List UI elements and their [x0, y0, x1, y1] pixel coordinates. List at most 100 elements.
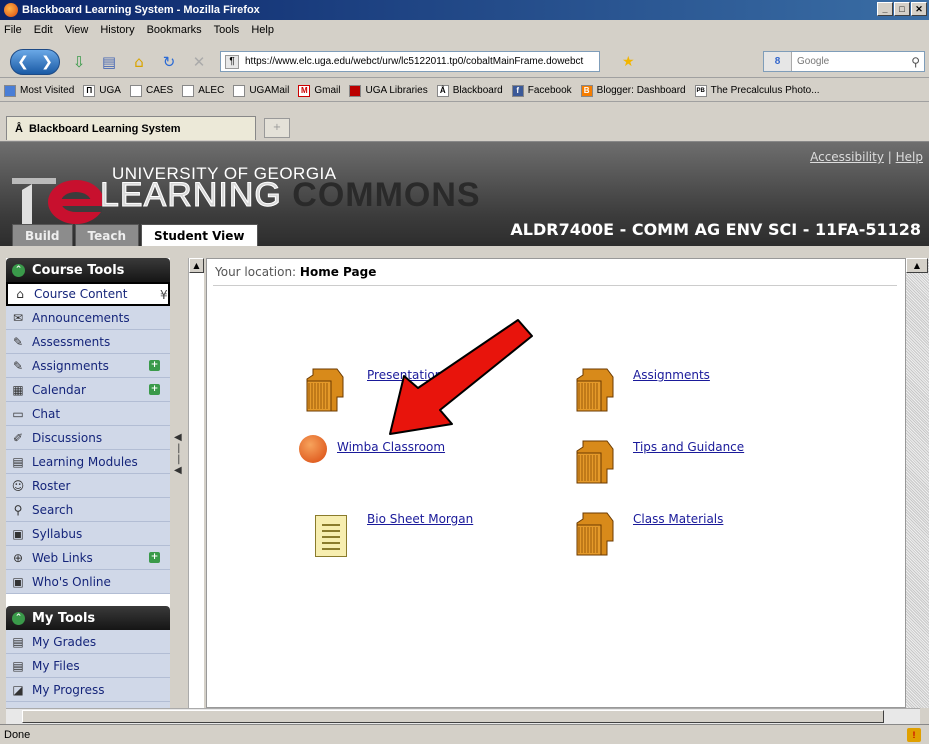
link-class-materials[interactable]: Class Materials: [633, 512, 723, 526]
accessibility-link[interactable]: Accessibility: [810, 150, 884, 164]
forward-icon[interactable]: ❯: [41, 54, 53, 70]
link-wimba-classroom[interactable]: Wimba Classroom: [337, 440, 445, 454]
help-link[interactable]: Help: [896, 150, 923, 164]
bookmark-uga-libraries[interactable]: UGA Libraries: [349, 84, 428, 97]
bookmark-alec[interactable]: ALEC: [182, 84, 224, 97]
content-frame: Your location: Home Page Presentations A…: [206, 258, 906, 708]
sidebar-collapse-handle[interactable]: ◀ | | ◀: [174, 432, 182, 482]
tab-teach[interactable]: Teach: [74, 224, 139, 246]
search-placeholder[interactable]: Google: [797, 56, 829, 67]
folder-icon[interactable]: [573, 367, 619, 413]
scroll-up-icon[interactable]: ▲: [189, 258, 204, 273]
bookmark-precalculus[interactable]: PB The Precalculus Photo...: [694, 84, 820, 97]
tab-build[interactable]: Build: [12, 224, 73, 246]
my-tools-header[interactable]: ⌃ My Tools: [6, 606, 170, 630]
course-tool-learning-modules[interactable]: ▤ Learning Modules: [6, 450, 170, 474]
pb-icon: PB: [694, 84, 707, 97]
course-tool-who-s-online[interactable]: ▣ Who's Online: [6, 570, 170, 594]
bookmark-caes[interactable]: CAES: [129, 84, 173, 97]
sidebar-scrollbar[interactable]: ▲: [188, 258, 204, 708]
course-tool-assignments[interactable]: ✎ Assignments +: [6, 354, 170, 378]
menu-tools[interactable]: Tools: [214, 24, 240, 36]
back-forward-buttons[interactable]: ❮ ❯: [10, 48, 60, 75]
menu-edit[interactable]: Edit: [34, 24, 53, 36]
bookmark-blogger[interactable]: B Blogger: Dashboard: [580, 84, 686, 97]
link-tips-and-guidance[interactable]: Tips and Guidance: [633, 440, 744, 454]
back-icon[interactable]: ❮: [17, 54, 29, 70]
course-tool-discussions[interactable]: ✐ Discussions: [6, 426, 170, 450]
tab-blackboard[interactable]: Å Blackboard Learning System: [6, 116, 256, 140]
print-icon[interactable]: ▤: [98, 51, 120, 73]
course-tool-search[interactable]: ⚲ Search: [6, 498, 170, 522]
search-box[interactable]: 8 Google ⚲: [763, 51, 925, 72]
course-tool-syllabus[interactable]: ▣ Syllabus: [6, 522, 170, 546]
new-item-icon: +: [149, 384, 160, 395]
title-bar: Blackboard Learning System - Mozilla Fir…: [0, 0, 929, 20]
collapse-icon[interactable]: ⌃: [12, 263, 25, 277]
bookmark-blackboard[interactable]: Å Blackboard: [436, 84, 503, 97]
menu-item-label: Search: [32, 502, 74, 517]
url-text[interactable]: https://www.elc.uga.edu/webct/urw/lc5122…: [245, 56, 583, 67]
search-engine-icon[interactable]: 8: [764, 52, 792, 71]
home-icon[interactable]: ⌂: [128, 51, 150, 73]
course-tool-assessments[interactable]: ✎ Assessments: [6, 330, 170, 354]
minimize-button[interactable]: _: [877, 2, 893, 16]
stop-icon[interactable]: ✕: [188, 51, 210, 73]
menu-bar: File Edit View History Bookmarks Tools H…: [0, 20, 929, 40]
my-tool-my-files[interactable]: ▤ My Files: [6, 654, 170, 678]
link-bio-sheet-morgan[interactable]: Bio Sheet Morgan: [367, 512, 473, 526]
menu-item-label: Announcements: [32, 310, 130, 325]
menu-item-label: Assignments: [32, 358, 109, 373]
browser-window: Blackboard Learning System - Mozilla Fir…: [0, 0, 929, 744]
popup-blocked-icon[interactable]: !: [907, 727, 921, 742]
url-bar[interactable]: ¶ https://www.elc.uga.edu/webct/urw/lc51…: [220, 51, 600, 72]
horizontal-scrollbar[interactable]: [6, 708, 920, 724]
menu-history[interactable]: History: [100, 24, 134, 36]
menu-help[interactable]: Help: [251, 24, 274, 36]
my-tool-my-grades[interactable]: ▤ My Grades: [6, 630, 170, 654]
my-tool-my-progress[interactable]: ◪ My Progress: [6, 678, 170, 702]
bookmark-star-icon[interactable]: ★: [622, 54, 635, 70]
menu-bookmarks[interactable]: Bookmarks: [147, 24, 202, 36]
collapse-icon[interactable]: ⌃: [12, 611, 25, 625]
status-bar: Done !: [0, 724, 929, 744]
wimba-icon[interactable]: [299, 435, 327, 463]
course-tool-course-content[interactable]: ⌂ Course Content: [6, 282, 170, 306]
bookmark-uga[interactable]: Π UGA: [83, 84, 121, 97]
expand-icon[interactable]: ¥: [160, 288, 168, 302]
course-tool-announcements[interactable]: ✉ Announcements: [6, 306, 170, 330]
course-tool-chat[interactable]: ▭ Chat: [6, 402, 170, 426]
link-assignments[interactable]: Assignments: [633, 368, 710, 382]
course-tool-web-links[interactable]: ⊕ Web Links +: [6, 546, 170, 570]
content-scrollbar[interactable]: ▲: [906, 258, 929, 708]
bookmark-facebook[interactable]: f Facebook: [511, 84, 572, 97]
scroll-thumb[interactable]: [22, 710, 884, 723]
course-tools-header[interactable]: ⌃ Course Tools: [6, 258, 170, 282]
menu-view[interactable]: View: [65, 24, 89, 36]
menu-item-label: Learning Modules: [32, 454, 138, 469]
menu-file[interactable]: File: [4, 24, 22, 36]
page-icon: [182, 84, 195, 97]
search-icon[interactable]: ⚲: [911, 55, 920, 69]
document-icon[interactable]: [315, 515, 347, 557]
folder-icon[interactable]: [573, 439, 619, 485]
roster-icon: ☺: [11, 478, 25, 493]
reload-icon[interactable]: ↻: [158, 51, 180, 73]
files-icon: ▤: [12, 658, 24, 673]
scroll-up-icon[interactable]: ▲: [906, 258, 928, 273]
site-identity-icon[interactable]: ¶: [225, 54, 239, 69]
bookmark-most-visited[interactable]: Most Visited: [4, 84, 74, 97]
course-tool-roster[interactable]: ☺ Roster: [6, 474, 170, 498]
tab-student-view[interactable]: Student View: [141, 224, 258, 246]
folder-icon[interactable]: [303, 367, 349, 413]
new-tab-button[interactable]: +: [264, 118, 290, 138]
bookmark-gmail[interactable]: M Gmail: [298, 84, 340, 97]
folder-icon[interactable]: [573, 511, 619, 557]
maximize-button[interactable]: □: [894, 2, 910, 16]
download-icon[interactable]: ⇩: [68, 51, 90, 73]
firefox-icon: [4, 3, 18, 17]
course-tool-calendar[interactable]: ▦ Calendar +: [6, 378, 170, 402]
menu-item-label: Syllabus: [32, 526, 83, 541]
bookmark-ugamail[interactable]: UGAMail: [233, 84, 289, 97]
close-button[interactable]: ✕: [911, 2, 927, 16]
